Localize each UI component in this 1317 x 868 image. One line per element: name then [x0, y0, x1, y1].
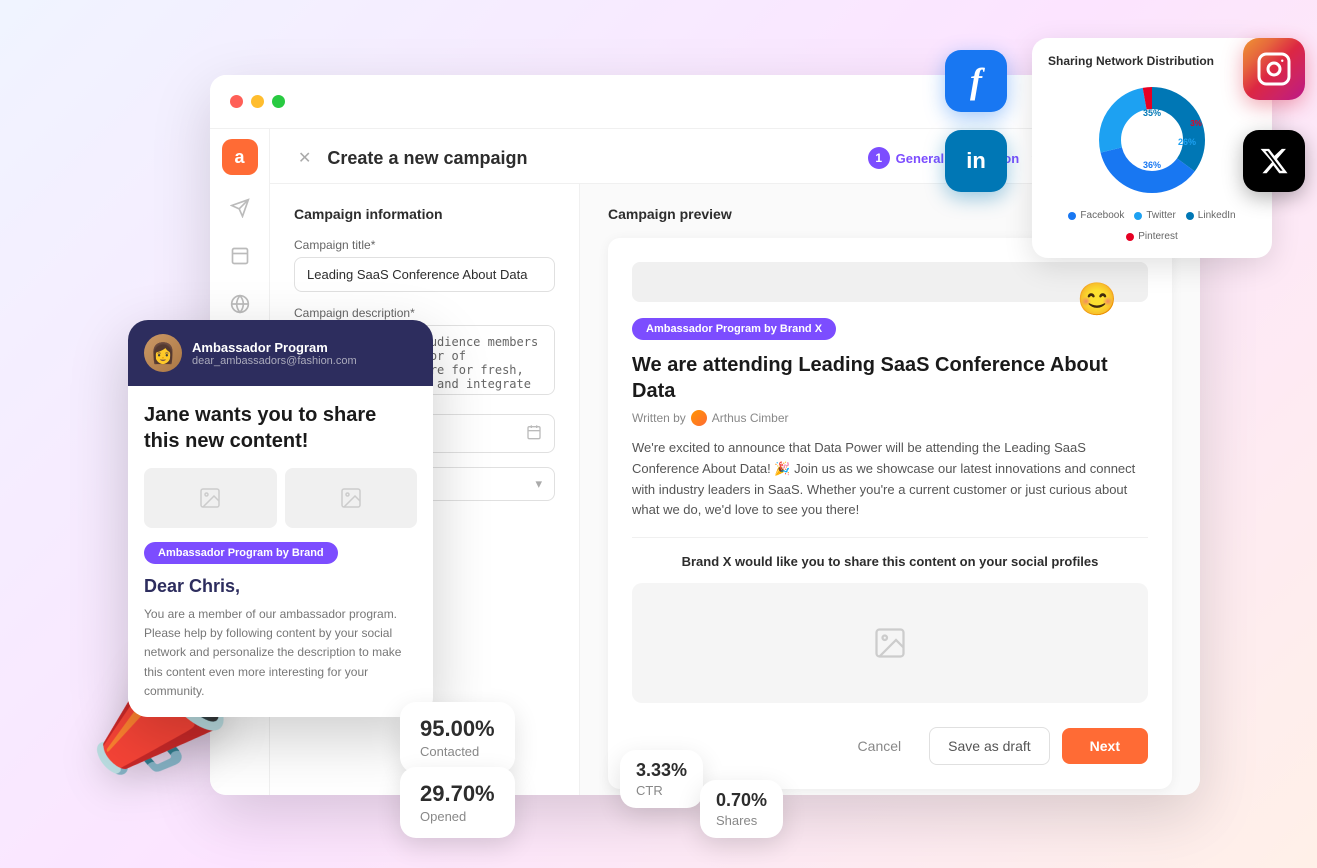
- stats-opened: 29.70% Opened: [400, 767, 515, 838]
- tag-dropdown-icon: ▾: [535, 476, 542, 492]
- divider: [632, 537, 1148, 538]
- mobile-header: 👩 Ambassador Program dear_ambassadors@fa…: [128, 320, 433, 386]
- facebook-dot: [1068, 212, 1076, 220]
- desc-label: Campaign description*: [294, 306, 555, 320]
- stats-contacted: 95.00% Contacted: [400, 702, 515, 773]
- minimize-dot[interactable]: [251, 95, 264, 108]
- contacted-value: 95.00%: [420, 716, 495, 742]
- preview-body: We're excited to announce that Data Powe…: [632, 438, 1148, 521]
- close-dot[interactable]: [230, 95, 243, 108]
- preview-headline: We are attending Leading SaaS Conference…: [632, 352, 1148, 404]
- close-button[interactable]: ✕: [298, 148, 311, 168]
- campaign-title: Create a new campaign: [327, 148, 527, 169]
- save-draft-button[interactable]: Save as draft: [929, 727, 1050, 765]
- title-label: Campaign title*: [294, 238, 555, 252]
- mobile-greeting: Dear Chris,: [144, 576, 417, 597]
- preview-card: Ambassador Program by Brand X We are att…: [608, 238, 1172, 789]
- legend-linkedin: LinkedIn: [1186, 210, 1236, 221]
- ctr-label: CTR: [636, 783, 687, 798]
- maximize-dot[interactable]: [272, 95, 285, 108]
- mobile-text: You are a member of our ambassador progr…: [144, 605, 417, 701]
- instagram-icon[interactable]: [1243, 38, 1305, 100]
- program-badge: Ambassador Program by Brand X: [632, 318, 836, 340]
- written-by: Written by Arthus Cimber: [632, 410, 1148, 426]
- sidebar-icon-send[interactable]: [225, 193, 255, 223]
- section-title: Campaign information: [294, 206, 555, 222]
- contacted-label: Contacted: [420, 744, 495, 759]
- sidebar-icon-inbox[interactable]: [225, 241, 255, 271]
- donut-chart: 35% 36% 26% 3%: [1048, 80, 1256, 200]
- facebook-icon[interactable]: f: [945, 50, 1007, 112]
- svg-text:36%: 36%: [1143, 160, 1161, 170]
- svg-text:35%: 35%: [1143, 108, 1161, 118]
- smile-emoji: 😊: [1077, 280, 1117, 318]
- legend-pinterest: Pinterest: [1126, 231, 1177, 242]
- pinterest-dot: [1126, 233, 1134, 241]
- share-image-placeholder: [632, 583, 1148, 703]
- calendar-icon: [526, 424, 542, 443]
- chart-legend: Facebook Twitter LinkedIn Pinterest: [1048, 210, 1256, 242]
- ctr-value: 3.33%: [636, 760, 687, 781]
- mobile-card: 👩 Ambassador Program dear_ambassadors@fa…: [128, 320, 433, 717]
- legend-facebook: Facebook: [1068, 210, 1124, 221]
- linkedin-dot: [1186, 212, 1194, 220]
- next-button[interactable]: Next: [1062, 728, 1148, 764]
- mobile-avatar: 👩: [144, 334, 182, 372]
- opened-label: Opened: [420, 809, 495, 824]
- mobile-img-2: [285, 468, 418, 528]
- cancel-button[interactable]: Cancel: [842, 728, 918, 764]
- mobile-badge: Ambassador Program by Brand: [144, 542, 338, 564]
- mobile-body: Jane wants you to share this new content…: [128, 386, 433, 717]
- shares-label: Shares: [716, 813, 767, 828]
- mobile-images: [144, 468, 417, 528]
- stats-ctr: 3.33% CTR: [620, 750, 703, 808]
- sidebar-icon-globe[interactable]: [225, 289, 255, 319]
- svg-text:26%: 26%: [1178, 137, 1196, 147]
- mobile-header-text: Ambassador Program dear_ambassadors@fash…: [192, 340, 417, 367]
- action-row: Cancel Save as draft Next: [632, 719, 1148, 765]
- share-prompt: Brand X would like you to share this con…: [632, 554, 1148, 569]
- opened-value: 29.70%: [420, 781, 495, 807]
- preview-image-top: [632, 262, 1148, 302]
- author-name: Arthus Cimber: [712, 411, 789, 425]
- written-by-label: Written by: [632, 411, 686, 425]
- legend-twitter: Twitter: [1134, 210, 1175, 221]
- mobile-img-1: [144, 468, 277, 528]
- mobile-cta: Jane wants you to share this new content…: [144, 402, 417, 454]
- stats-shares: 0.70% Shares: [700, 780, 783, 838]
- chart-title: Sharing Network Distribution: [1048, 54, 1256, 68]
- shares-value: 0.70%: [716, 790, 767, 811]
- campaign-title-input[interactable]: [294, 257, 555, 292]
- step1-number: 1: [868, 147, 890, 169]
- mobile-email: dear_ambassadors@fashion.com: [192, 355, 417, 367]
- x-twitter-icon[interactable]: [1243, 130, 1305, 192]
- logo[interactable]: a: [222, 139, 258, 175]
- chart-card: Sharing Network Distribution 35% 36% 26%…: [1032, 38, 1272, 258]
- twitter-dot: [1134, 212, 1142, 220]
- author-avatar: [691, 410, 707, 426]
- svg-text:3%: 3%: [1190, 119, 1202, 128]
- linkedin-icon[interactable]: in: [945, 130, 1007, 192]
- mobile-brand: Ambassador Program: [192, 340, 417, 355]
- preview-panel: Campaign preview Ambassador Program by B…: [580, 184, 1200, 795]
